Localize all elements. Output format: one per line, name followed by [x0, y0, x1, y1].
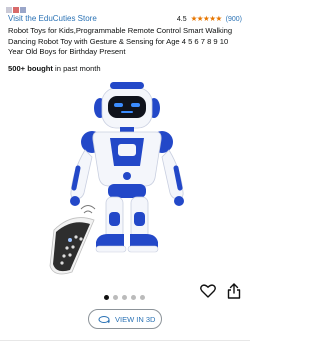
- heart-icon[interactable]: [200, 284, 216, 298]
- product-title: Robot Toys for Kids,Programmable Remote …: [8, 26, 233, 56]
- section-divider: [0, 340, 250, 341]
- rating-count-link[interactable]: (900): [226, 16, 242, 23]
- carousel-dot[interactable]: [113, 295, 118, 301]
- rating-stars-icon: ★★★★★: [190, 14, 223, 23]
- carousel-dots[interactable]: [104, 289, 149, 301]
- rating-value: 4.5: [176, 16, 187, 23]
- carousel-dot[interactable]: [140, 295, 145, 301]
- top-strip: [0, 0, 250, 13]
- view-in-3d-label: VIEW IN 3D: [115, 315, 156, 324]
- view-in-3d-button[interactable]: VIEW IN 3D: [88, 309, 162, 329]
- store-header: Visit the EduCuties Store 4.5 ★★★★★ (900…: [8, 14, 242, 26]
- top-strip-image-edge: [6, 0, 28, 13]
- carousel-dot[interactable]: [122, 295, 127, 301]
- carousel-dot[interactable]: [131, 295, 136, 301]
- carousel-dot[interactable]: [104, 295, 109, 301]
- product-image[interactable]: [40, 80, 215, 280]
- rating-summary[interactable]: 4.5 ★★★★★ (900): [177, 14, 242, 23]
- rotate-3d-icon: [98, 316, 110, 324]
- purchase-count-bold: 500+ bought: [8, 64, 53, 73]
- store-link[interactable]: Visit the EduCuties Store: [8, 14, 97, 23]
- purchase-count: 500+ bought in past month: [8, 64, 101, 73]
- purchase-count-suffix: in past month: [52, 64, 101, 73]
- remote-control-illustration: [49, 205, 96, 275]
- share-icon[interactable]: [227, 283, 241, 299]
